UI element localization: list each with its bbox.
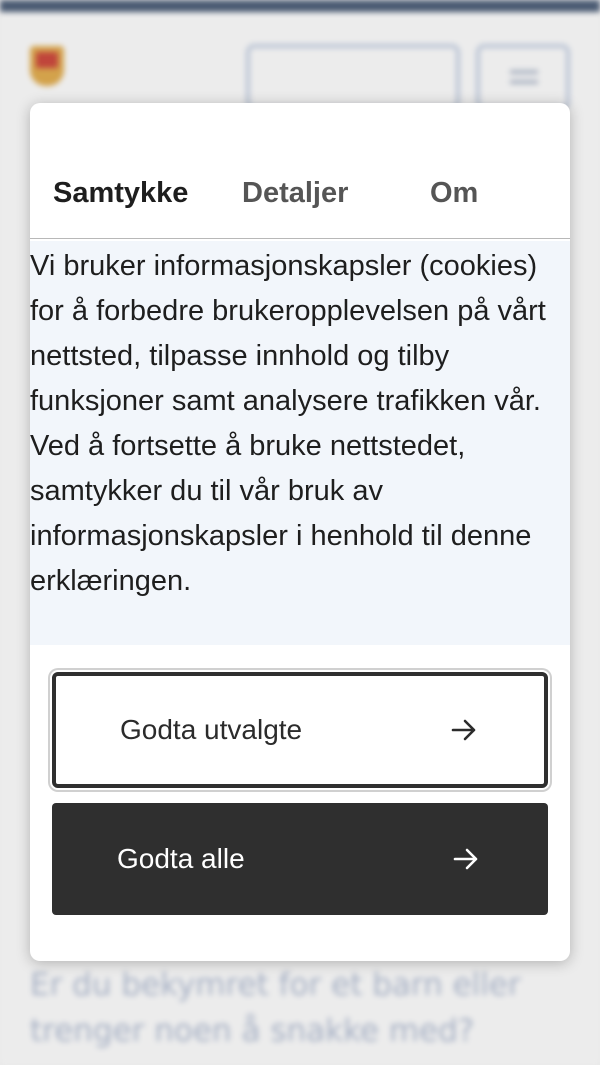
- cookie-consent-dialog: Samtykke Detaljer Om Vi bruker informasj…: [30, 103, 570, 961]
- accept-all-button[interactable]: Godta alle: [52, 803, 548, 915]
- accept-all-label: Godta alle: [117, 843, 245, 874]
- tab-om[interactable]: Om: [430, 177, 478, 210]
- menu-button: [476, 44, 570, 110]
- consent-tabs: Samtykke Detaljer Om: [30, 163, 570, 297]
- tab-detaljer[interactable]: Detaljer: [242, 177, 348, 210]
- municipality-logo: [30, 46, 64, 86]
- menu-icon: [510, 70, 538, 74]
- tab-samtykke[interactable]: Samtykke: [53, 177, 188, 210]
- my-municipality-button: [246, 44, 460, 110]
- menu-icon-bar: [510, 80, 538, 84]
- consent-description: Vi bruker informasjonskapsler (cookies) …: [30, 241, 570, 645]
- consent-description-text: Vi bruker informasjonskapsler (cookies) …: [30, 250, 546, 597]
- help-question-link: Er du bekymret for et barn eller trenger…: [30, 967, 521, 1049]
- top-bar: [0, 0, 600, 12]
- accept-selected-button[interactable]: Godta utvalgte: [52, 672, 548, 788]
- arrow-right-icon: [453, 848, 478, 870]
- arrow-right-icon: [451, 719, 476, 741]
- accept-selected-label: Godta utvalgte: [120, 714, 303, 745]
